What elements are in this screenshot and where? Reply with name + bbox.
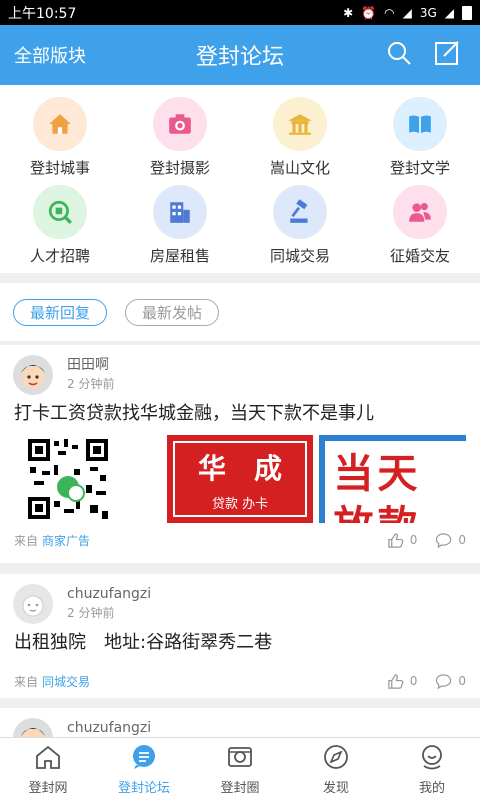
book-icon (393, 97, 447, 151)
profile-icon (418, 743, 446, 777)
nav-home[interactable]: 登封网 (0, 738, 96, 800)
post-author[interactable]: chuzufangzi (67, 718, 151, 737)
comment-icon (436, 532, 452, 548)
avatar[interactable] (13, 718, 53, 737)
category-label: 房屋租售 (149, 247, 210, 265)
thumbs-up-icon (387, 532, 404, 548)
signal-icon-2: ◢ (444, 5, 454, 20)
ad-brand: 华 成 (198, 452, 283, 485)
battery-icon (462, 5, 472, 20)
feed-tabs: 最新回复 最新发帖 (0, 283, 480, 341)
category-house[interactable]: 登封城事 (0, 93, 120, 181)
category-label: 征婚交友 (389, 247, 450, 265)
forum-icon (130, 743, 158, 777)
tab-latest-post[interactable]: 最新发帖 (125, 298, 220, 326)
ad-banner-huacheng[interactable]: 华 成 贷款 办卡 (166, 435, 314, 523)
job-icon (33, 185, 87, 239)
post-card[interactable]: chuzufangzi (0, 708, 480, 737)
network-type: 3G (419, 5, 437, 20)
ad-banner-same-day[interactable]: 当天 放款 (319, 435, 467, 523)
like-button[interactable]: 0 (387, 673, 418, 690)
house-icon (33, 97, 87, 151)
post-author[interactable]: 田田啊 (67, 355, 114, 375)
compose-icon[interactable] (434, 40, 460, 70)
qr-code-image[interactable] (14, 435, 161, 523)
nav-label: 登封圈 (220, 780, 260, 796)
avatar[interactable] (13, 355, 53, 395)
compass-icon (322, 743, 350, 777)
post-title[interactable]: 出租独院 地址:谷路街翠秀二巷 (0, 624, 480, 656)
post-title[interactable]: 打卡工资贷款找华城金融，当天下款不是事儿 (0, 395, 480, 427)
post-time: 2 分钟前 (67, 377, 115, 391)
like-count: 0 (409, 674, 418, 688)
alarm-icon: ⏰ (361, 5, 377, 20)
like-button[interactable]: 0 (387, 532, 418, 549)
status-bar: 上午10:57 ✱ ⏰ ◠ ◢ 3G ◢ (0, 0, 480, 25)
post-time: 2 分钟前 (67, 606, 115, 620)
thumbs-up-icon (387, 673, 404, 689)
search-icon[interactable] (386, 40, 412, 70)
nav-forum[interactable]: 登封论坛 (96, 738, 192, 800)
post-card[interactable]: chuzufangzi 2 分钟前 出租独院 地址:谷路街翠秀二巷 来自 同城交易… (0, 574, 480, 698)
all-sections-button[interactable]: 全部版块 (14, 42, 86, 68)
category-job[interactable]: 人才招聘 (0, 181, 120, 269)
from-prefix: 来自 (14, 533, 39, 548)
from-prefix: 来自 (14, 674, 39, 689)
post-section-link[interactable]: 商家广告 (42, 534, 90, 548)
post-section-link[interactable]: 同城交易 (42, 675, 90, 689)
comment-count: 0 (458, 674, 466, 688)
nav-label: 登封网 (28, 780, 68, 796)
category-gavel[interactable]: 同城交易 (240, 181, 360, 269)
category-label: 嵩山文化 (269, 159, 330, 177)
category-building[interactable]: 房屋租售 (120, 181, 240, 269)
category-grid: 登封城事 登封摄影 嵩山文化 登封文学 人才招聘 房屋租售 同城交易 征婚交友 (0, 85, 480, 273)
tab-latest-reply[interactable]: 最新回复 (13, 298, 108, 326)
comment-button[interactable]: 0 (435, 673, 466, 690)
nav-compass[interactable]: 发现 (288, 738, 384, 800)
category-camera[interactable]: 登封摄影 (120, 93, 240, 181)
category-label: 人才招聘 (29, 247, 90, 265)
comment-count: 0 (458, 533, 466, 547)
signal-icon: ◢ (402, 5, 412, 20)
post-author[interactable]: chuzufangzi (67, 584, 151, 604)
category-label: 登封摄影 (149, 159, 210, 177)
ad-slogan: 贷款 办卡 (211, 497, 269, 512)
building-icon (153, 185, 207, 239)
comment-button[interactable]: 0 (435, 532, 466, 549)
camera-icon (153, 97, 207, 151)
comment-icon (436, 673, 452, 689)
nav-label: 登封论坛 (117, 780, 170, 796)
like-count: 0 (409, 533, 418, 547)
wifi-icon: ◠ (384, 5, 395, 20)
category-temple[interactable]: 嵩山文化 (240, 93, 360, 181)
category-book[interactable]: 登封文学 (360, 93, 480, 181)
category-people[interactable]: 征婚交友 (360, 181, 480, 269)
gavel-icon (273, 185, 327, 239)
camera-circle-icon (226, 743, 254, 777)
temple-icon (273, 97, 327, 151)
status-time: 上午10:57 (8, 5, 77, 22)
category-label: 登封文学 (389, 159, 450, 177)
nav-profile[interactable]: 我的 (384, 738, 480, 800)
home-icon (34, 743, 62, 777)
bottom-nav: 登封网 登封论坛 登封圈 发现 我的 (0, 737, 480, 800)
post-card[interactable]: 田田啊 2 分钟前 打卡工资贷款找华城金融，当天下款不是事儿 华 成 贷款 办卡… (0, 345, 480, 563)
nav-camera-circle[interactable]: 登封圈 (192, 738, 288, 800)
people-icon (393, 185, 447, 239)
category-label: 同城交易 (269, 247, 330, 265)
app-bar: 全部版块 登封论坛 (0, 25, 480, 85)
nav-label: 发现 (322, 780, 349, 796)
avatar[interactable] (13, 584, 53, 624)
bluetooth-icon: ✱ (343, 5, 354, 20)
nav-label: 我的 (418, 780, 445, 796)
ad-headline-2: 放款 (333, 493, 421, 523)
category-label: 登封城事 (29, 159, 90, 177)
ad-headline: 当天 (333, 451, 422, 497)
